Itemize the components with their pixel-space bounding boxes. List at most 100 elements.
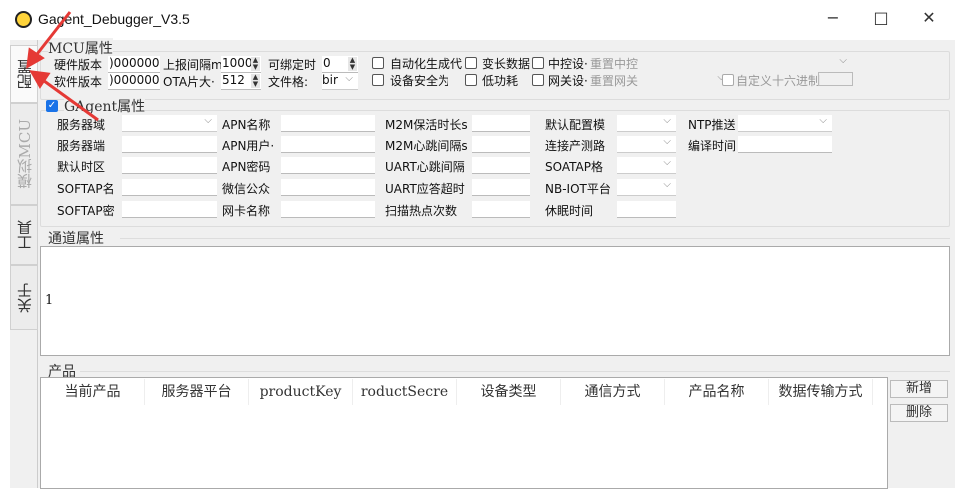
gagent-field-label: UART心跳间隔 (385, 160, 465, 174)
column-header[interactable]: 设备类型 (457, 379, 561, 405)
gagent-field-label: 扫描热点次数 (385, 204, 458, 218)
spin-arrows-icon[interactable]: ▲ ▼ (251, 57, 260, 71)
gagent-field-label: 休眠时间 (545, 204, 594, 218)
gateway-label: 网关设· (548, 74, 588, 88)
gagent-field-label: SOFTAP密 (57, 204, 115, 218)
stepper-value: 0 (323, 56, 331, 70)
gagent-dropdown[interactable]: ⌵ (617, 115, 676, 132)
maximize-button[interactable]: □ (866, 8, 896, 27)
bind-time-label: 可绑定时 (268, 58, 317, 72)
tab-label: 工具 (15, 220, 34, 250)
variable-length-checkbox[interactable] (465, 57, 477, 69)
gagent-field-label: 网卡名称 (222, 204, 271, 218)
gagent-input[interactable] (472, 179, 530, 196)
column-header[interactable]: 服务器平台 (145, 379, 249, 405)
close-button[interactable]: ✕ (914, 8, 944, 27)
gagent-input[interactable] (122, 136, 217, 153)
gagent-input[interactable] (472, 115, 530, 132)
variable-length-label: 变长数据 (482, 57, 531, 71)
dropdown-value: 重置中控 (590, 57, 639, 71)
gateway-checkbox[interactable] (532, 74, 544, 86)
gateway-dropdown[interactable]: 重置网关⌵ (590, 72, 730, 89)
stepper-value: 1000 (222, 56, 253, 70)
gagent-field-label: 连接产测路 (545, 139, 606, 153)
column-header[interactable]: roductSecre (353, 379, 457, 405)
dropdown-value: bir (322, 73, 338, 87)
column-header[interactable]: 当前产品 (41, 379, 145, 405)
chevron-down-icon: ⌵ (819, 115, 827, 126)
gagent-field-label: APN密码 (222, 160, 271, 174)
column-header[interactable]: 数据传输方式 (769, 379, 873, 405)
chevron-down-icon: ⌵ (663, 179, 671, 190)
custom-hex-label: 自定义十六进制 (736, 74, 821, 88)
column-header[interactable]: 通信方式 (561, 379, 665, 405)
gagent-input[interactable] (281, 136, 375, 153)
gagent-field-label: M2M保活时长s (385, 118, 468, 132)
gagent-field-label: NB-IOT平台 (545, 182, 611, 196)
gagent-field-label: SOATAP格 (545, 160, 603, 174)
dropdown-value: 重置网关 (590, 74, 639, 88)
gagent-dropdown[interactable]: ⌵ (617, 157, 676, 174)
central-control-dropdown[interactable]: 重置中控 ⌵ (590, 55, 852, 72)
annotation-arrows (26, 11, 99, 122)
custom-hex-input[interactable] (818, 72, 853, 86)
gagent-dropdown[interactable]: ⌵ (738, 115, 832, 132)
chevron-down-icon: ⌵ (839, 55, 847, 66)
gagent-input[interactable] (472, 201, 530, 218)
gagent-input[interactable] (617, 201, 676, 218)
gagent-input[interactable] (122, 201, 217, 218)
line-number: 1 (45, 293, 54, 308)
report-interval-stepper[interactable]: 1000 ▲ ▼ (221, 56, 261, 73)
gagent-input[interactable] (281, 179, 375, 196)
channel-group-title: 通道属性 (48, 228, 104, 248)
chevron-down-icon: ⌵ (663, 115, 671, 126)
table-header: 当前产品 服务器平台 productKey roductSecre 设备类型 通信方式 产品… (41, 379, 887, 405)
central-control-checkbox[interactable] (532, 57, 544, 69)
auto-gen-checkbox[interactable] (372, 57, 384, 69)
device-secure-checkbox[interactable] (372, 74, 384, 86)
channel-textarea[interactable] (40, 246, 950, 356)
low-power-label: 低功耗 (482, 74, 519, 88)
gagent-field-label: NTP推送 (688, 118, 736, 132)
ota-size-stepper[interactable]: 512 ▲ ▼ (221, 73, 261, 90)
tab-tools[interactable]: 工具 (10, 205, 38, 265)
device-secure-label: 设备安全为 (390, 74, 448, 88)
arrow-line (39, 76, 99, 122)
low-power-checkbox[interactable] (465, 74, 477, 86)
tab-about[interactable]: 关于 (10, 265, 38, 330)
bind-time-stepper[interactable]: 0 ▲ ▼ (322, 56, 358, 73)
gagent-input[interactable] (122, 179, 217, 196)
gagent-field-label: 微信公众 (222, 182, 271, 196)
minimize-button[interactable]: − (818, 8, 848, 27)
gagent-input[interactable] (472, 157, 530, 174)
central-control-label: 中控设· (548, 57, 588, 71)
gagent-input[interactable] (472, 136, 530, 153)
column-header[interactable]: 产品名称 (665, 379, 769, 405)
gagent-field-label: SOFTAP名 (57, 182, 115, 196)
file-format-dropdown[interactable]: bir ⌵ (322, 73, 358, 90)
gagent-dropdown[interactable]: ⌵ (122, 115, 217, 132)
gagent-input[interactable] (738, 136, 832, 153)
gagent-field-label: M2M心跳间隔s (385, 139, 468, 153)
report-interval-label: 上报间隔m (163, 58, 223, 72)
column-header[interactable]: productKey (249, 379, 353, 405)
spin-arrows-icon[interactable]: ▲ ▼ (348, 57, 357, 71)
gagent-field-label: APN名称 (222, 118, 271, 132)
custom-hex-checkbox[interactable] (722, 74, 734, 86)
delete-product-button[interactable]: 删除 (890, 404, 948, 422)
gagent-dropdown[interactable]: ⌵ (617, 179, 676, 196)
chevron-down-icon: ⌵ (204, 115, 212, 126)
gagent-input[interactable] (281, 201, 375, 218)
gagent-field-label: 编译时间 (688, 139, 737, 153)
gagent-input[interactable] (281, 157, 375, 174)
gagent-field-label: 默认时区 (57, 160, 106, 174)
spin-arrows-icon[interactable]: ▲ ▼ (251, 74, 260, 88)
gagent-dropdown[interactable]: ⌵ (617, 136, 676, 153)
add-product-button[interactable]: 新增 (890, 380, 948, 398)
chevron-down-icon: ⌵ (663, 136, 671, 147)
product-table[interactable]: 当前产品 服务器平台 productKey roductSecre 设备类型 通信方式 产品… (40, 377, 888, 489)
arrow-line (32, 11, 72, 59)
gagent-input[interactable] (281, 115, 375, 132)
chevron-down-icon: ⌵ (345, 73, 353, 84)
gagent-input[interactable] (122, 157, 217, 174)
